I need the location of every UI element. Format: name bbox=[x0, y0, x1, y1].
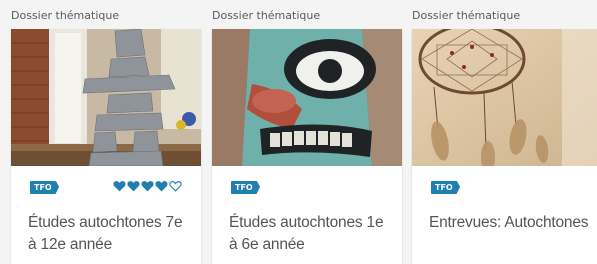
card-kicker: Dossier thématique bbox=[412, 9, 521, 22]
heart-outline-icon[interactable] bbox=[169, 179, 182, 193]
tfo-badge: TFO bbox=[431, 181, 460, 194]
card-title[interactable]: Entrevues: Autochtones bbox=[429, 212, 594, 234]
card-column-etudes-7-12: Dossier thématique TFO Études autochtone… bbox=[11, 0, 201, 264]
heart-filled-icon[interactable] bbox=[141, 179, 154, 193]
tfo-badge: TFO bbox=[30, 181, 59, 194]
card-title[interactable]: Études autochtones 1e à 6e année bbox=[229, 212, 394, 256]
heart-filled-icon[interactable] bbox=[155, 179, 168, 193]
heart-filled-icon[interactable] bbox=[113, 179, 126, 193]
card-column-etudes-1-6: Dossier thématique TFO Études autochtone… bbox=[212, 0, 402, 264]
heart-rating[interactable] bbox=[113, 179, 182, 195]
card-column-entrevues: Dossier thématique TFO Entrevues: Autoch… bbox=[412, 0, 597, 264]
card-kicker: Dossier thématique bbox=[11, 9, 120, 22]
dreamcatcher-image[interactable] bbox=[412, 29, 597, 166]
card-kicker: Dossier thématique bbox=[212, 9, 321, 22]
inukshuk-image[interactable] bbox=[11, 29, 201, 166]
card-title[interactable]: Études autochtones 7e à 12e année bbox=[28, 212, 193, 256]
totem-pole-image[interactable] bbox=[212, 29, 402, 166]
card-etudes-autochtones-1-6[interactable]: TFO Études autochtones 1e à 6e année bbox=[212, 29, 402, 264]
tfo-badge: TFO bbox=[231, 181, 260, 194]
heart-filled-icon[interactable] bbox=[127, 179, 140, 193]
thematic-cards-row: Dossier thématique TFO Études autochtone… bbox=[0, 0, 597, 264]
card-entrevues-autochtones[interactable]: TFO Entrevues: Autochtones bbox=[412, 29, 597, 264]
card-etudes-autochtones-7-12[interactable]: TFO Études autochtones 7e à 12e année bbox=[11, 29, 201, 264]
